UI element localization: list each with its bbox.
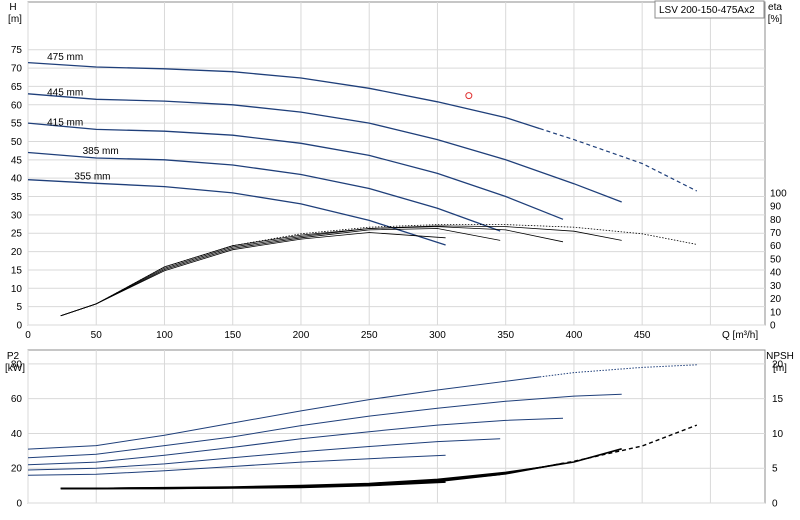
top-right-axis-unit: [%] [768, 14, 783, 25]
top-left-axis-unit: [m] [8, 14, 22, 25]
head-curve [27, 151, 501, 232]
bottom-left-axis-label: P2 [7, 351, 20, 362]
axis-ticks: 0 50 100 150 200 250 300 350 400 4500510152025303… [11, 45, 787, 509]
x-axis-label: Q [m³/h] [722, 330, 758, 341]
eta-tick-label: 30 [770, 281, 782, 292]
eta-tick-label: 70 [770, 228, 782, 239]
eta-tick-label: 50 [770, 254, 782, 265]
h-tick-label: 60 [11, 100, 23, 111]
x-tick-label: 100 [156, 330, 173, 341]
model-label: LSV 200-150-475Ax2 [659, 5, 755, 16]
eta-tick-label: 10 [770, 307, 782, 318]
top-plot-frame [27, 1, 766, 326]
eta-tick-label: 60 [770, 241, 782, 252]
power-curve [27, 417, 564, 466]
bottom-left-axis-unit: [kW] [5, 363, 25, 374]
x-tick-label: 400 [566, 330, 583, 341]
eta-tick-label: 90 [770, 202, 782, 213]
efficiency-curve [60, 226, 564, 317]
p2-tick-label: 60 [11, 394, 23, 405]
eta-tick-label: 20 [770, 294, 782, 305]
h-tick-label: 25 [11, 229, 23, 240]
head-curve [27, 61, 540, 130]
impeller-diameter-label: 385 mm [83, 146, 119, 157]
h-tick-label: 10 [11, 284, 23, 295]
power-curve [27, 393, 622, 459]
x-tick-label: 300 [429, 330, 446, 341]
x-tick-label: 450 [634, 330, 651, 341]
h-tick-label: 55 [11, 119, 23, 130]
h-tick-label: 15 [11, 265, 23, 276]
impeller-diameter-label: 475 mm [47, 52, 83, 63]
p2-tick-label: 20 [11, 464, 23, 475]
h-tick-label: 40 [11, 174, 23, 185]
top-grid [27, 2, 765, 326]
x-tick-label: 0 [25, 330, 31, 341]
npsh-tick-label: 15 [772, 394, 784, 405]
x-tick-label: 200 [293, 330, 310, 341]
x-tick-label: 50 [91, 330, 103, 341]
h-tick-label: 45 [11, 155, 23, 166]
eta-tick-label: 100 [770, 188, 787, 199]
impeller-diameter-label: 415 mm [47, 117, 83, 128]
power-curve-extension [539, 364, 697, 378]
bottom-right-axis-unit: [m] [773, 363, 787, 374]
top-left-axis-label: H [9, 2, 16, 13]
x-tick-label: 350 [497, 330, 514, 341]
npsh-tick-label: 0 [772, 499, 778, 510]
x-tick-label: 150 [224, 330, 241, 341]
h-tick-label: 75 [11, 45, 23, 56]
npsh-curve-extension [539, 424, 698, 469]
h-tick-label: 0 [16, 321, 22, 332]
eta-tick-label: 80 [770, 215, 782, 226]
h-tick-label: 5 [16, 302, 22, 313]
head-curve [27, 179, 446, 246]
eta-tick-label: 40 [770, 268, 782, 279]
npsh-tick-label: 5 [772, 464, 778, 475]
impeller-diameter-label: 445 mm [47, 87, 83, 98]
power-curve [27, 376, 540, 450]
x-tick-label: 250 [361, 330, 378, 341]
h-tick-label: 50 [11, 137, 23, 148]
bottom-plot-frame [27, 349, 766, 504]
p2-tick-label: 40 [11, 429, 23, 440]
duty-point-marker [465, 92, 473, 100]
impeller-diameter-label: 355 mm [74, 171, 110, 182]
power-curve [27, 454, 446, 476]
bottom-grid [27, 350, 765, 504]
top-right-axis-label: eta [768, 2, 782, 13]
bottom-right-axis-label: NPSH [766, 351, 794, 362]
p2-tick-label: 0 [16, 499, 22, 510]
h-tick-label: 20 [11, 247, 23, 258]
npsh-tick-label: 10 [772, 429, 784, 440]
pump-performance-chart: 0 50 100 150 200 250 300 350 400 4500510152025303… [5, 0, 794, 510]
efficiency-curve [60, 225, 622, 317]
h-tick-label: 35 [11, 192, 23, 203]
h-tick-label: 70 [11, 64, 23, 75]
h-tick-label: 30 [11, 210, 23, 221]
h-tick-label: 65 [11, 82, 23, 93]
eta-tick-label: 0 [770, 321, 776, 332]
